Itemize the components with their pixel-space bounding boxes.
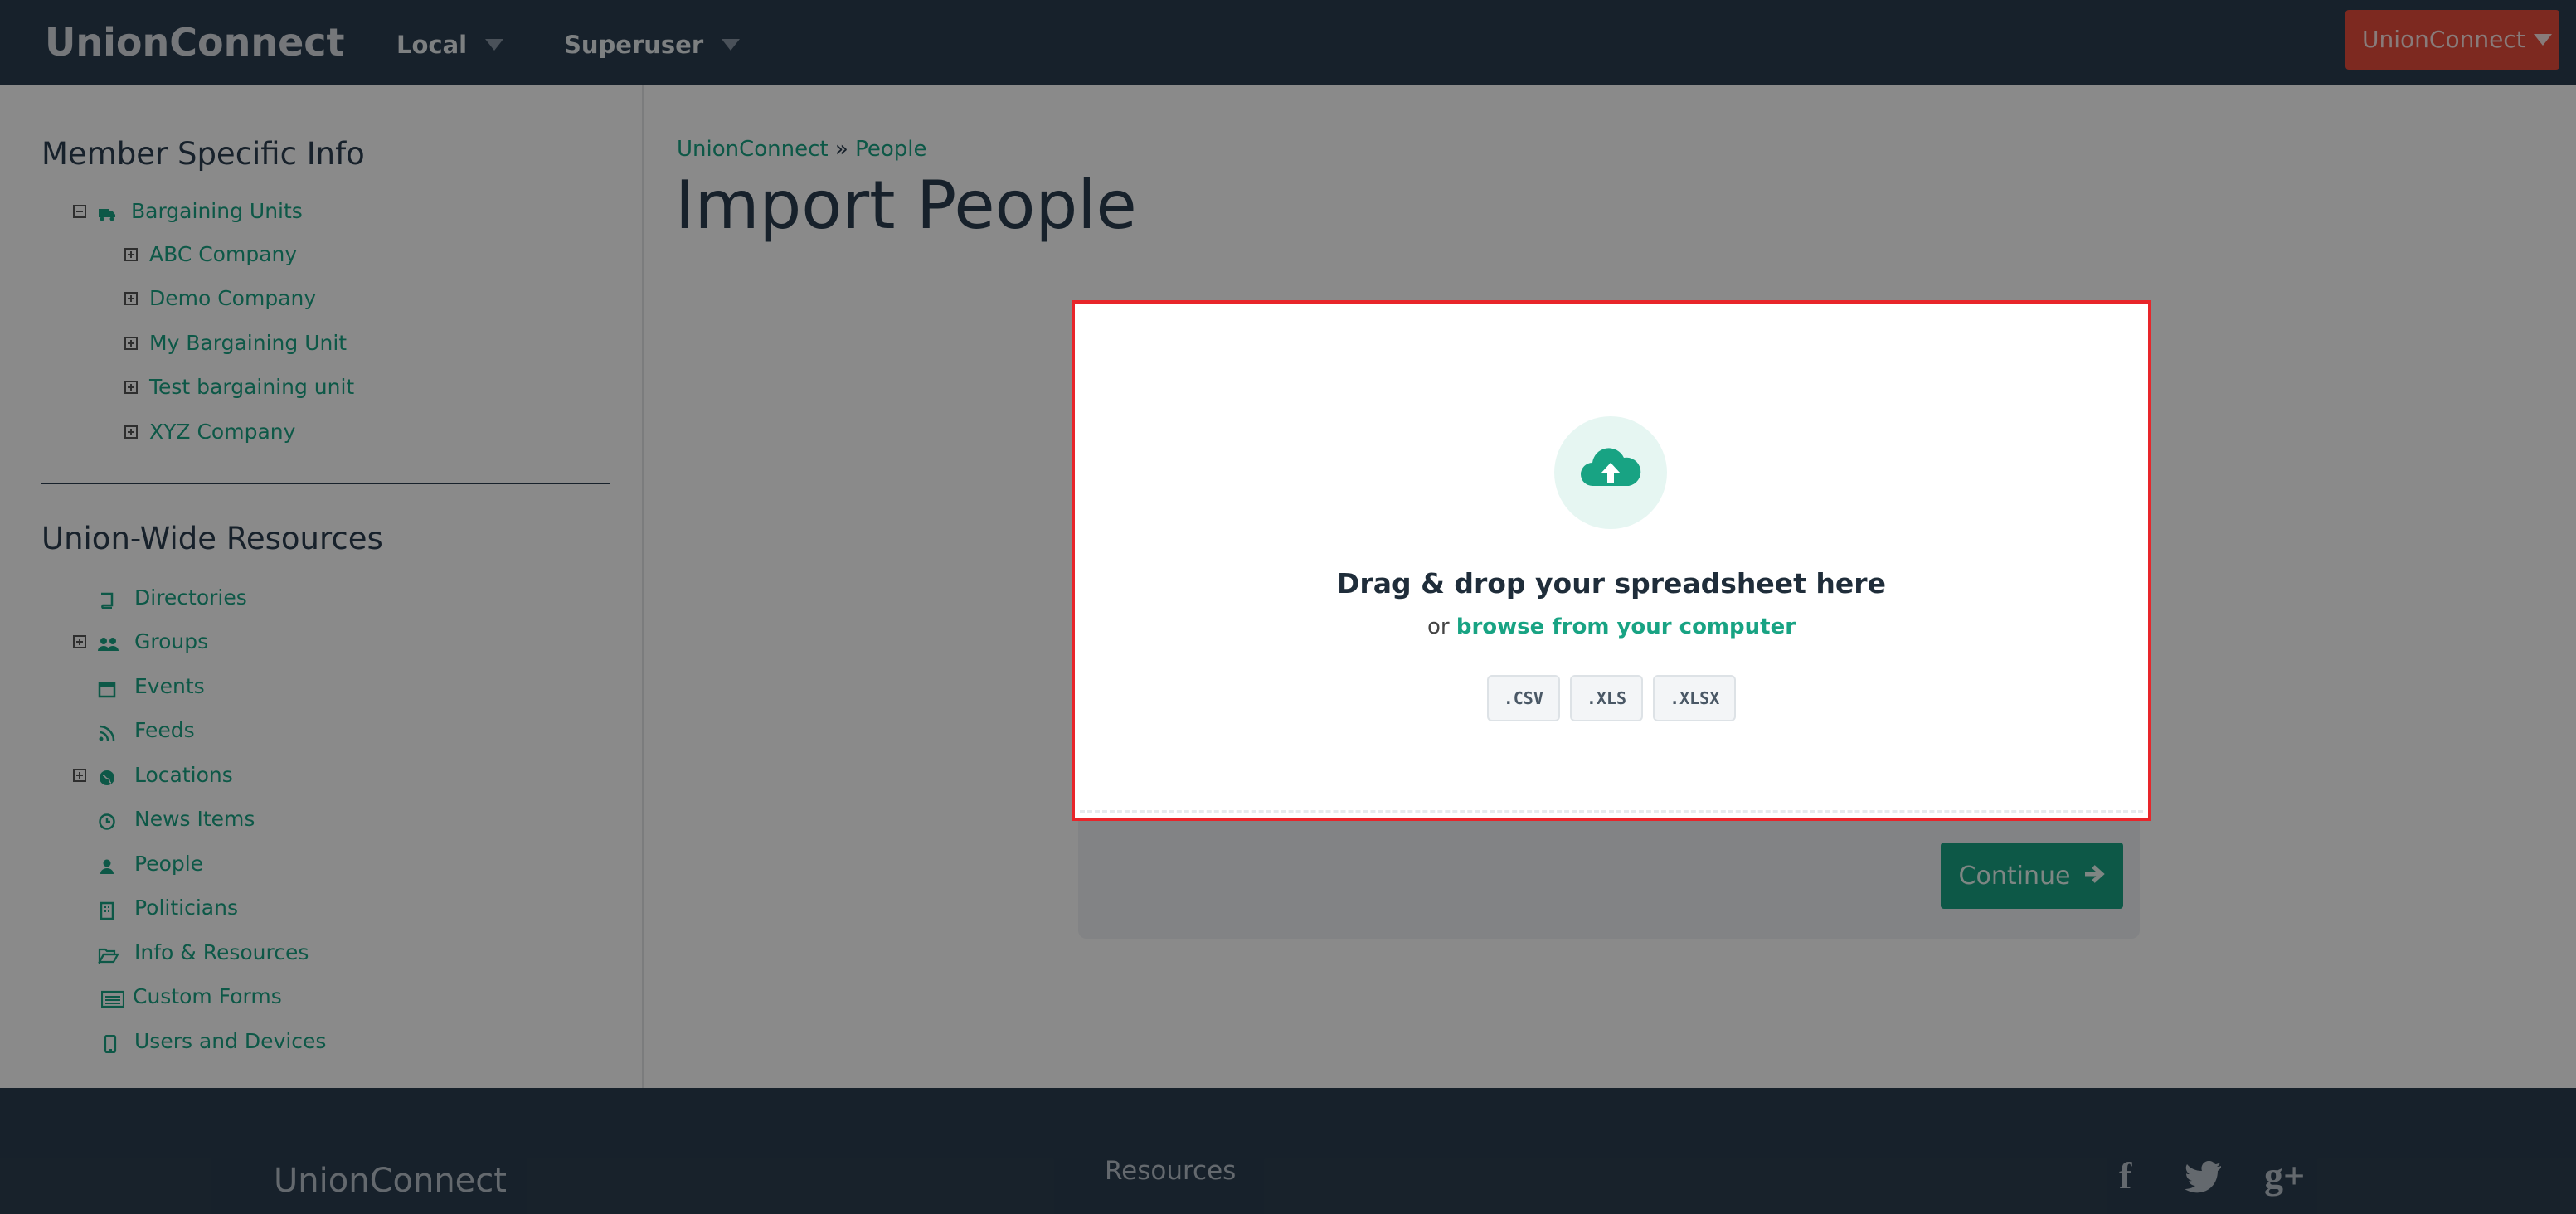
dropzone-dashed-edge: [1080, 810, 2143, 813]
file-type-chip: .XLSX: [1653, 675, 1737, 721]
dropzone-title: Drag & drop your spreadsheet here: [1337, 567, 1886, 600]
upload-icon-circle: [1554, 416, 1667, 529]
cloud-upload-icon: [1581, 448, 1641, 486]
file-type-chip: .CSV: [1486, 675, 1560, 721]
file-type-list: .CSV .XLS .XLSX: [1075, 675, 2148, 721]
file-type-chip: .XLS: [1569, 675, 1644, 721]
upload-dropzone[interactable]: Drag & drop your spreadsheet here or bro…: [1072, 300, 2151, 821]
dropzone-sub-prefix: or: [1427, 614, 1450, 639]
browse-link[interactable]: browse from your computer: [1456, 614, 1796, 639]
dropzone-subtitle: or browse from your computer: [1075, 612, 2148, 642]
